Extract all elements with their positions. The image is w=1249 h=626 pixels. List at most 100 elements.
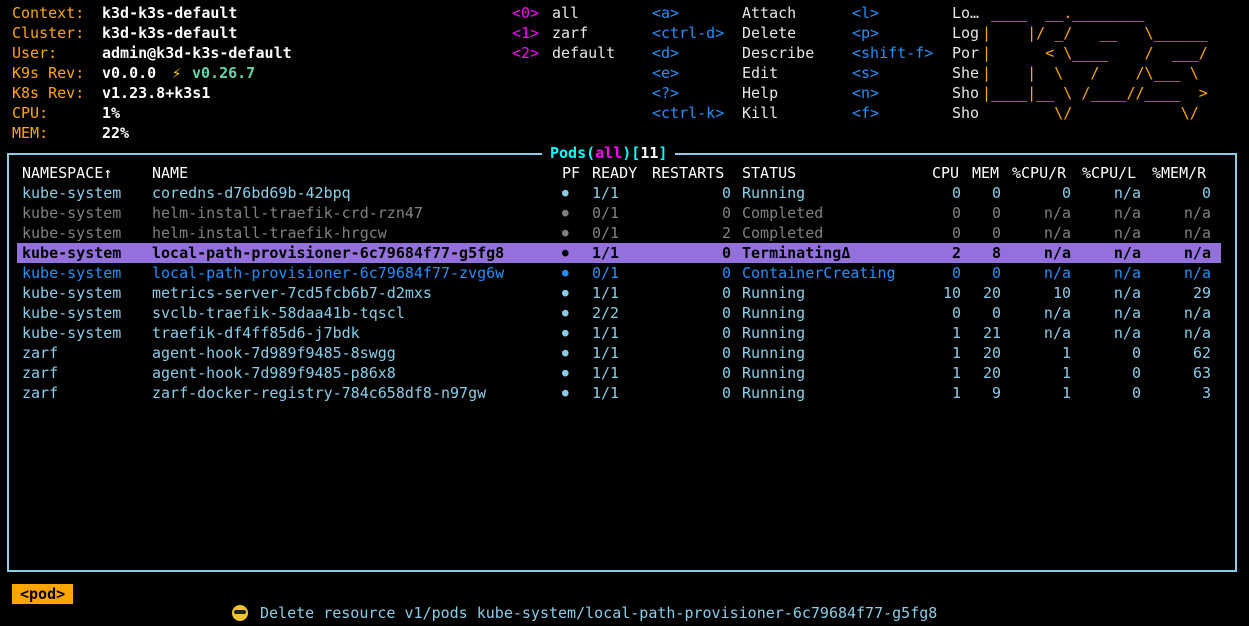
column-header-cpu[interactable]: CPU [932, 163, 959, 183]
table-row-selected[interactable]: kube-system local-path-provisioner-6c7968… [17, 243, 1221, 263]
cell-namespace: zarf [22, 384, 59, 402]
cell-cpu: 1 [951, 364, 961, 382]
hotkey-key: <a> [652, 4, 680, 22]
cell-status: Running [742, 344, 806, 362]
cell-namespace: kube-system [22, 244, 122, 262]
cell-restarts: 0 [721, 264, 731, 282]
cell-ready: 0/1 [592, 224, 620, 242]
k8s-rev-value: v1.23.8+k3s1 [102, 84, 211, 102]
cell-pmem-r: 29 [1192, 284, 1211, 302]
cell-pcpu-r: 1 [1061, 364, 1071, 382]
cell-ready: 2/2 [592, 304, 620, 322]
table-row[interactable]: kube-system helm-install-traefik-crd-rzn4… [17, 203, 1221, 223]
cell-pcpu-r: n/a [1043, 224, 1071, 242]
cell-mem: 9 [991, 384, 1001, 402]
column-header-cpu-limit-pct[interactable]: %CPU/L [1082, 163, 1136, 183]
table-row[interactable]: zarf agent-hook-7d989f9485-8swgg ● 1/1 0 Runn… [17, 343, 1221, 363]
cell-pmem-r: n/a [1183, 264, 1211, 282]
cell-cpu: 0 [951, 304, 961, 322]
hotkey-label: Attach [742, 4, 797, 22]
column-header-mem-request-pct[interactable]: %MEM/R [1152, 163, 1206, 183]
table-title-bracket-close: ] [658, 144, 668, 162]
cell-pcpu-r: 1 [1061, 384, 1071, 402]
table-title-count: 11 [640, 144, 659, 162]
namespace-name: default [552, 44, 616, 62]
table-row[interactable]: kube-system svclb-traefik-58daa41b-tqscl ●… [17, 303, 1221, 323]
hotkey-key: <l> [852, 4, 880, 22]
cell-pcpu-l: n/a [1113, 264, 1141, 282]
table-title-paren-close: ) [622, 144, 632, 162]
table-title-paren-open: ( [586, 144, 596, 162]
cell-pf: ● [562, 246, 569, 259]
cell-restarts: 2 [721, 224, 731, 242]
sunglasses-emoji-icon [232, 605, 248, 621]
column-header-pf[interactable]: PF [562, 163, 580, 183]
cell-pf: ● [562, 186, 569, 199]
cell-pmem-r: 63 [1192, 364, 1211, 382]
hotkey-key: <s> [852, 64, 880, 82]
cell-ready: 1/1 [592, 184, 620, 202]
column-header-ready[interactable]: READY [592, 163, 637, 183]
column-header-namespace[interactable]: NAMESPACE↑ [22, 163, 112, 183]
cell-ready: 0/1 [592, 264, 620, 282]
hotkey-key: <p> [852, 24, 880, 42]
column-header-restarts[interactable]: RESTARTS [652, 163, 724, 183]
logo-line: | < \____ / ___/ [982, 44, 1208, 62]
column-header-cpu-request-pct[interactable]: %CPU/R [1012, 163, 1066, 183]
cell-namespace: kube-system [22, 284, 122, 302]
cell-pcpu-r: n/a [1043, 324, 1071, 342]
column-header-name[interactable]: NAME [152, 163, 188, 183]
cell-namespace: zarf [22, 364, 59, 382]
cell-mem: 0 [991, 184, 1001, 202]
table-row[interactable]: zarf zarf-docker-registry-784c658df8-n97g… [17, 383, 1221, 403]
cell-ready: 1/1 [592, 364, 620, 382]
hotkey-label: Describe [742, 44, 815, 62]
cell-mem: 0 [991, 304, 1001, 322]
k9s-rev-latest: v0.26.7 [192, 64, 256, 82]
cell-ready: 1/1 [592, 344, 620, 362]
column-header-mem[interactable]: MEM [972, 163, 999, 183]
context-label: Context: [12, 4, 85, 22]
logo-line: | | \ / /\___ \ [982, 64, 1208, 82]
hotkey-key: <?> [652, 84, 680, 102]
cell-status: ContainerCreating [742, 264, 896, 282]
namespace-name: zarf [552, 24, 589, 42]
table-row[interactable]: zarf agent-hook-7d989f9485-p86x8 ● 1/1 0 Runn… [17, 363, 1221, 383]
flash-message: Delete resource v1/pods kube-system/loca… [232, 603, 937, 623]
breadcrumb-pod[interactable]: <pod> [12, 584, 74, 604]
cell-pmem-r: n/a [1183, 244, 1211, 262]
cell-cpu: 1 [951, 344, 961, 362]
cell-pcpu-l: n/a [1113, 324, 1141, 342]
cell-mem: 0 [991, 204, 1001, 222]
hotkey-label: Kill [742, 104, 779, 122]
column-header-status[interactable]: STATUS [742, 163, 796, 183]
logo-line: | |/ _/ __ \______ [982, 24, 1208, 42]
cell-pcpu-l: n/a [1113, 224, 1141, 242]
table-row[interactable]: kube-system helm-install-traefik-hrgcw ● 0/… [17, 223, 1221, 243]
cell-pcpu-r: n/a [1043, 264, 1071, 282]
cell-pcpu-l: n/a [1113, 304, 1141, 322]
table-row[interactable]: kube-system traefik-df4ff85d6-j7bdk ● 1/1 0 R… [17, 323, 1221, 343]
cpu-label: CPU: [12, 104, 49, 122]
cell-pmem-r: n/a [1183, 304, 1211, 322]
cell-cpu: 0 [951, 224, 961, 242]
hotkey-label: Sho [952, 84, 980, 102]
cell-restarts: 0 [721, 204, 731, 222]
cell-mem: 0 [991, 264, 1001, 282]
cell-name: helm-install-traefik-crd-rzn47 [152, 204, 423, 222]
table-row[interactable]: kube-system local-path-provisioner-6c7968… [17, 263, 1221, 283]
user-label: User: [12, 44, 58, 62]
cell-name: agent-hook-7d989f9485-8swgg [152, 344, 396, 362]
user-value: admin@k3d-k3s-default [102, 44, 292, 62]
hotkey-key: <ctrl-k> [652, 104, 725, 122]
cell-mem: 0 [991, 224, 1001, 242]
cell-pmem-r: n/a [1183, 324, 1211, 342]
hotkey-label: She [952, 64, 980, 82]
table-row[interactable]: kube-system metrics-server-7cd5fcb6b7-d2m… [17, 283, 1221, 303]
table-row[interactable]: kube-system coredns-d76bd69b-42bpq ● 1/1 0 Ru… [17, 183, 1221, 203]
cell-status: Running [742, 324, 806, 342]
cell-cpu: 0 [951, 184, 961, 202]
cell-namespace: kube-system [22, 304, 122, 322]
cell-pcpu-l: 0 [1131, 344, 1141, 362]
cell-pcpu-r: 10 [1052, 284, 1071, 302]
